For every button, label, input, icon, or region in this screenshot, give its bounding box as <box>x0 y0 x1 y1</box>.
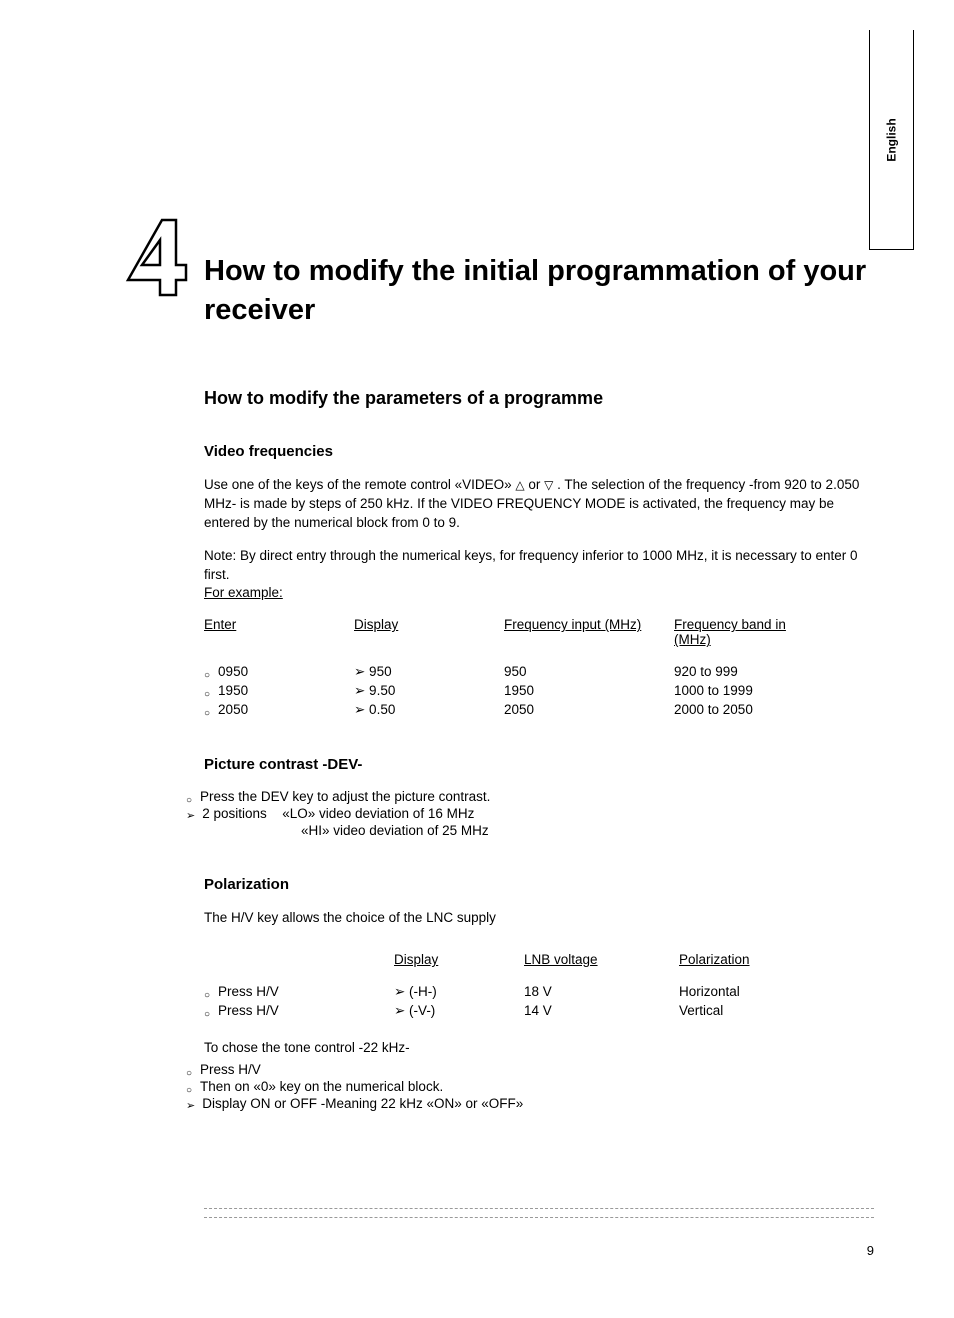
list-item: «HI» video deviation of 25 MHz <box>301 823 874 838</box>
table-cell: 2000 to 2050 <box>674 702 874 718</box>
table-header-freq-band: Frequency band in(MHz) <box>674 617 874 661</box>
bullet-icon <box>204 664 218 679</box>
language-label: English <box>885 118 899 161</box>
frequency-table: Enter Display Frequency input (MHz) Freq… <box>204 617 874 718</box>
section-heading: How to modify the parameters of a progra… <box>204 388 874 409</box>
table-header-lnb: LNB voltage <box>524 952 679 981</box>
language-tab: English <box>869 30 914 250</box>
chapter-number <box>120 210 195 305</box>
text-fragment: 2 positions <box>202 806 282 821</box>
text-fragment: 0950 <box>218 664 248 679</box>
tone-control-para: To chose the tone control -22 kHz- <box>204 1039 874 1058</box>
text-fragment: Press the DEV key to adjust the picture … <box>200 789 490 804</box>
polarization-section: Polarization The H/V key allows the choi… <box>204 876 874 1111</box>
bullet-icon <box>186 789 200 804</box>
text-fragment: Press H/V <box>218 984 279 999</box>
picture-contrast-section: Picture contrast -DEV- Press the DEV key… <box>204 756 874 838</box>
text-fragment: Frequency band in <box>674 617 786 632</box>
text-fragment: 2050 <box>218 702 248 717</box>
picture-contrast-title: Picture contrast -DEV- <box>204 756 874 773</box>
content-area: How to modify the parameters of a progra… <box>204 388 874 1149</box>
table-cell: ➢ (-V-) <box>394 1003 524 1019</box>
table-cell: ➢ 0.50 <box>354 702 504 718</box>
list-item: Press the DEV key to adjust the picture … <box>186 789 874 804</box>
text-fragment: Use one of the keys of the remote contro… <box>204 477 515 492</box>
polarization-table: Display LNB voltage Polarization Press H… <box>204 952 874 1019</box>
text-fragment: Press H/V <box>200 1062 261 1077</box>
table-cell: 2050 <box>504 702 674 718</box>
bullet-icon <box>186 1079 200 1094</box>
list-item: Press H/V <box>186 1062 874 1077</box>
list-item: Then on «0» key on the numerical block. <box>186 1079 874 1094</box>
for-example-label: For example: <box>204 585 283 600</box>
bullet-icon <box>204 984 218 999</box>
page-number: 9 <box>867 1243 874 1258</box>
text-fragment: 1950 <box>218 683 248 698</box>
table-cell: Press H/V <box>204 984 394 1000</box>
table-header-blank <box>204 952 394 981</box>
page-title: How to modify the initial programmation … <box>204 252 894 330</box>
bullet-icon <box>186 1062 200 1077</box>
table-cell: 1950 <box>504 683 674 699</box>
arrow-icon <box>186 806 202 821</box>
text-fragment: Display ON or OFF -Meaning 22 kHz «ON» o… <box>202 1096 523 1111</box>
triangle-up-icon: △ <box>515 478 524 492</box>
text-fragment: (MHz) <box>674 632 711 647</box>
table-cell: 0950 <box>204 664 354 680</box>
table-header-polarization: Polarization <box>679 952 874 981</box>
text-fragment: Frequency input <box>504 617 601 632</box>
table-cell: ➢ 9.50 <box>354 683 504 699</box>
video-freq-note: Note: By direct entry through the numeri… <box>204 547 874 604</box>
video-freq-title: Video frequencies <box>204 443 874 460</box>
polarization-para: The H/V key allows the choice of the LNC… <box>204 909 874 928</box>
video-freq-para1: Use one of the keys of the remote contro… <box>204 476 874 533</box>
polarization-title: Polarization <box>204 876 874 893</box>
video-frequencies-section: Video frequencies Use one of the keys of… <box>204 443 874 718</box>
footer-divider <box>204 1208 874 1218</box>
table-cell: 920 to 999 <box>674 664 874 680</box>
bullet-icon <box>204 702 218 717</box>
text-fragment: (MHz) <box>601 617 642 632</box>
text-fragment: Press H/V <box>218 1003 279 1018</box>
table-cell: ➢ 950 <box>354 664 504 680</box>
table-cell: 14 V <box>524 1003 679 1019</box>
table-cell: 2050 <box>204 702 354 718</box>
table-header-display: Display <box>394 952 524 981</box>
list-item: Display ON or OFF -Meaning 22 kHz «ON» o… <box>186 1096 874 1111</box>
table-cell: 1000 to 1999 <box>674 683 874 699</box>
table-cell: Horizontal <box>679 984 874 1000</box>
bullet-icon <box>204 1003 218 1018</box>
text-fragment: or <box>525 477 545 492</box>
arrow-icon <box>186 1096 202 1111</box>
table-header-freq-input: Frequency input (MHz) <box>504 617 674 661</box>
table-cell: 950 <box>504 664 674 680</box>
table-cell: ➢ (-H-) <box>394 984 524 1000</box>
bullet-icon <box>204 683 218 698</box>
table-cell: Press H/V <box>204 1003 394 1019</box>
table-cell: 18 V <box>524 984 679 1000</box>
text-fragment: Then on «0» key on the numerical block. <box>200 1079 443 1094</box>
table-cell: Vertical <box>679 1003 874 1019</box>
list-item: 2 positions«LO» video deviation of 16 MH… <box>186 806 874 821</box>
text-fragment: «LO» video deviation of 16 MHz <box>282 806 474 821</box>
table-header-enter: Enter <box>204 617 354 661</box>
table-cell: 1950 <box>204 683 354 699</box>
table-header-display: Display <box>354 617 504 661</box>
text-fragment: Note: By direct entry through the numeri… <box>204 548 858 582</box>
